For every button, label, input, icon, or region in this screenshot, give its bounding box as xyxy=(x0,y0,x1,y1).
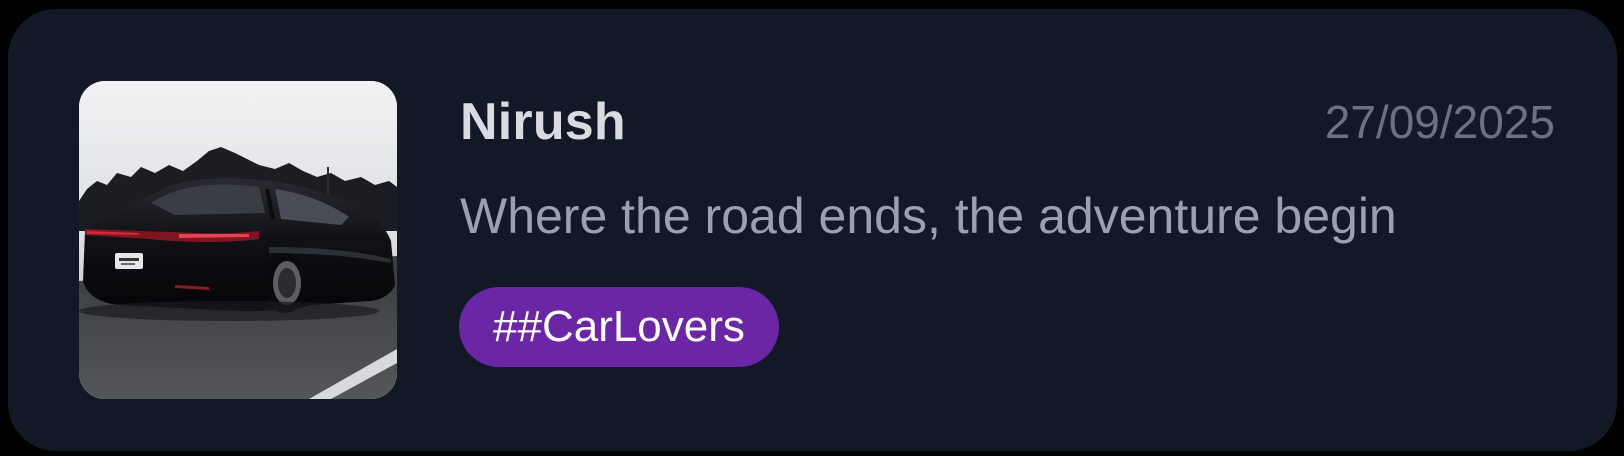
post-card[interactable]: Nirush 27/09/2025 Where the road ends, t… xyxy=(8,9,1617,451)
author-name[interactable]: Nirush xyxy=(460,89,626,155)
car-photo xyxy=(79,81,397,399)
post-caption: Where the road ends, the adventure begin xyxy=(460,188,1397,244)
hashtag-chip[interactable]: ##CarLovers xyxy=(459,287,779,367)
post-date: 27/09/2025 xyxy=(1324,96,1555,148)
post-thumbnail-image[interactable] xyxy=(79,81,397,399)
